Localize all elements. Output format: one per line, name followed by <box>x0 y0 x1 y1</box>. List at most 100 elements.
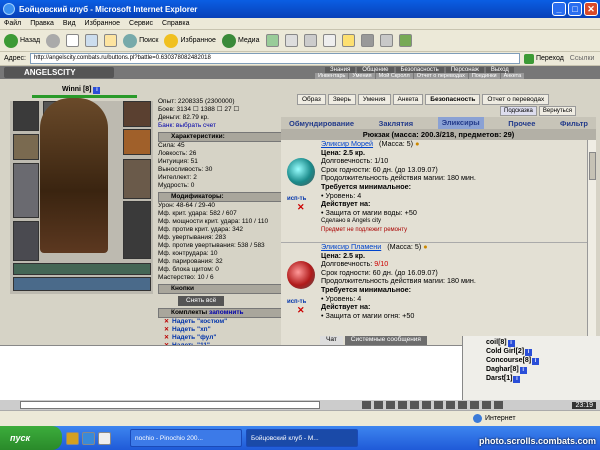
character-name[interactable]: Winni [8] i <box>62 86 101 94</box>
gloves-slot[interactable] <box>123 129 151 155</box>
mail-icon[interactable] <box>284 34 298 47</box>
pet-button[interactable]: Зверь <box>327 94 356 105</box>
menu-favorites[interactable]: Избранное <box>85 20 120 27</box>
tool-icon[interactable] <box>446 401 455 409</box>
profile-button[interactable]: Анкета <box>392 94 424 105</box>
tool-icon[interactable] <box>398 401 407 409</box>
quick-launch-icon[interactable] <box>66 431 79 445</box>
nav-battles[interactable]: Поединки <box>468 73 500 79</box>
tool-icon[interactable] <box>374 401 383 409</box>
info-icon[interactable]: i <box>532 358 540 365</box>
taskbar-task[interactable]: Бойцовский клуб - M... <box>246 429 358 447</box>
tool-icon[interactable] <box>458 401 467 409</box>
online-user[interactable]: coil[8] i <box>486 338 600 347</box>
shield-slot[interactable] <box>123 159 151 199</box>
tab-system-messages[interactable]: Системные сообщения <box>344 336 427 345</box>
item-name[interactable]: Эликсир Пламени <box>321 242 381 251</box>
remove-all-button[interactable]: Снять всё <box>178 296 225 306</box>
hint-button[interactable]: Подсказка <box>500 106 537 116</box>
tab-filter[interactable]: Фильтр <box>560 119 588 128</box>
skills-button[interactable]: Умения <box>357 94 391 105</box>
close-button[interactable]: ✕ <box>584 2 598 16</box>
tab-elixirs[interactable]: Эликсиры <box>437 117 484 129</box>
forward-button[interactable] <box>46 33 61 48</box>
taskbar-task[interactable]: nochio - Pinochio 200... <box>130 429 242 447</box>
go-button[interactable]: Переход <box>523 53 564 64</box>
info-coin-icon[interactable]: ● <box>423 242 427 251</box>
online-user[interactable]: Daghar[8] i <box>486 365 600 374</box>
earring-slot[interactable] <box>123 101 151 127</box>
scroll-thumb[interactable] <box>589 152 596 180</box>
info-icon[interactable]: i <box>93 87 101 94</box>
menu-view[interactable]: Вид <box>63 20 76 27</box>
print-icon[interactable] <box>303 34 317 47</box>
delete-icon[interactable]: ✕ <box>297 306 305 315</box>
messenger-icon[interactable] <box>360 34 374 47</box>
potion-slots[interactable] <box>13 277 151 291</box>
tool-icon[interactable] <box>410 401 419 409</box>
nav-transfers[interactable]: Отчет о переводах <box>413 73 468 79</box>
tab-equipment[interactable]: Обмундирование <box>289 119 354 128</box>
tab-spells[interactable]: Заклятия <box>379 119 414 128</box>
tool-icon[interactable] <box>494 401 503 409</box>
tool-icon[interactable] <box>470 401 479 409</box>
tool-icon[interactable] <box>386 401 395 409</box>
tab-other[interactable]: Прочее <box>508 119 535 128</box>
links-label[interactable]: Ссылки <box>570 55 595 62</box>
nav-inventory[interactable]: Инвентарь <box>315 73 349 79</box>
security-button[interactable]: Безопасность <box>425 94 481 105</box>
menu-edit[interactable]: Правка <box>30 20 54 27</box>
tool-icon[interactable] <box>362 401 371 409</box>
online-user[interactable]: Concourse[8] i <box>486 356 600 365</box>
sets-remember-link[interactable]: запомнить <box>209 309 243 316</box>
helmet-slot[interactable] <box>13 101 39 131</box>
info-icon[interactable]: i <box>513 376 521 383</box>
transfers-report-button[interactable]: Отчет о переводах <box>482 94 550 105</box>
nav-scroll[interactable]: Мой Скролл <box>375 73 413 79</box>
info-icon[interactable]: i <box>519 367 527 374</box>
info-icon[interactable]: i <box>507 340 515 347</box>
menu-file[interactable]: Файл <box>4 20 21 27</box>
nav-skills[interactable]: Умения <box>349 73 375 79</box>
home-icon[interactable] <box>104 34 118 47</box>
delete-icon[interactable]: ✕ <box>297 203 305 212</box>
tool-icon[interactable] <box>482 401 491 409</box>
refresh-icon[interactable] <box>85 34 99 47</box>
minimize-button[interactable]: _ <box>552 2 566 16</box>
return-button[interactable]: Вернуться <box>538 106 577 116</box>
research-icon[interactable] <box>379 34 393 47</box>
item-name[interactable]: Эликсир Морей <box>321 140 373 148</box>
history-icon[interactable] <box>265 34 279 47</box>
tool-icon[interactable] <box>422 401 431 409</box>
tool-icon[interactable] <box>434 401 443 409</box>
search-button[interactable]: Поиск <box>123 33 158 48</box>
image-button[interactable]: Образ <box>297 94 326 105</box>
nav-profile[interactable]: Анкета <box>500 73 525 79</box>
belt-slots[interactable] <box>13 263 151 275</box>
favorites-button[interactable]: Избранное <box>164 33 216 48</box>
online-user[interactable]: Cold Girl[2] i <box>486 347 600 356</box>
chat-input[interactable] <box>20 401 320 409</box>
media-button[interactable]: Медиа <box>221 33 260 48</box>
menu-tools[interactable]: Сервис <box>129 20 153 27</box>
chat-area[interactable] <box>0 345 462 400</box>
plugin-icon[interactable] <box>398 34 412 47</box>
tab-chat[interactable]: Чат <box>320 336 343 345</box>
online-user[interactable]: Darst[1] i <box>486 374 600 383</box>
armor-slot[interactable] <box>13 221 39 261</box>
edit-icon[interactable] <box>322 34 336 47</box>
info-coin-icon[interactable]: ● <box>415 140 419 148</box>
boots-slot[interactable] <box>123 201 151 259</box>
weapon-slot[interactable] <box>13 163 39 218</box>
menu-help[interactable]: Справка <box>162 20 189 27</box>
info-icon[interactable]: i <box>525 349 533 356</box>
stop-icon[interactable] <box>66 34 80 47</box>
desktop-icon[interactable] <box>98 431 111 445</box>
address-input[interactable]: http://angelscity.combats.ru/buttons.pl?… <box>29 53 520 64</box>
ie-quick-icon[interactable] <box>82 431 95 445</box>
folder-icon[interactable] <box>341 34 355 47</box>
start-button[interactable]: пуск <box>0 426 62 450</box>
maximize-button[interactable]: □ <box>568 2 582 16</box>
back-button[interactable]: Назад <box>4 33 40 48</box>
necklace-slot[interactable] <box>13 134 39 160</box>
